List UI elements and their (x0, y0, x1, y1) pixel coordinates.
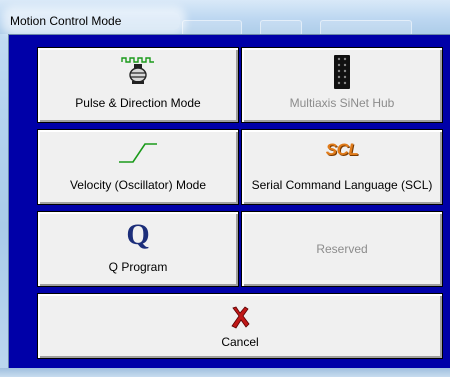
q-program-icon: Q (126, 218, 150, 251)
multiaxis-sinet-hub-button[interactable]: Multiaxis SiNet Hub (241, 47, 443, 123)
scl-logo-icon: SCL (325, 140, 359, 159)
hub-chip-icon (334, 55, 350, 89)
velocity-ramp-icon (119, 143, 157, 163)
velocity-oscillator-mode-label: Velocity (Oscillator) Mode (69, 178, 207, 192)
reserved-button[interactable]: Reserved (241, 211, 443, 287)
reserved-label: Reserved (316, 242, 368, 256)
window-bottom-border (0, 368, 450, 377)
q-program-button[interactable]: Q Q Program (37, 211, 239, 287)
mode-button-panel: Pulse & Direction Mode Multiaxis SiNet H… (8, 34, 450, 369)
pulse-direction-mode-button[interactable]: Pulse & Direction Mode (37, 47, 239, 123)
q-program-label: Q Program (108, 260, 168, 274)
cancel-label: Cancel (221, 335, 259, 349)
serial-command-language-label: Serial Command Language (SCL) (251, 178, 433, 192)
red-x-icon (231, 306, 250, 329)
multiaxis-sinet-hub-label: Multiaxis SiNet Hub (289, 96, 395, 110)
pulse-direction-icon (121, 57, 154, 84)
pulse-direction-mode-label: Pulse & Direction Mode (75, 96, 201, 110)
motion-control-window: Motion Control Mode Pulse & Direction Mo… (0, 0, 450, 377)
cancel-button[interactable]: Cancel (37, 293, 443, 359)
window-title: Motion Control Mode (8, 12, 180, 30)
serial-command-language-button[interactable]: SCL Serial Command Language (SCL) (241, 129, 443, 205)
velocity-oscillator-mode-button[interactable]: Velocity (Oscillator) Mode (37, 129, 239, 205)
title-bar[interactable]: Motion Control Mode (0, 0, 450, 36)
